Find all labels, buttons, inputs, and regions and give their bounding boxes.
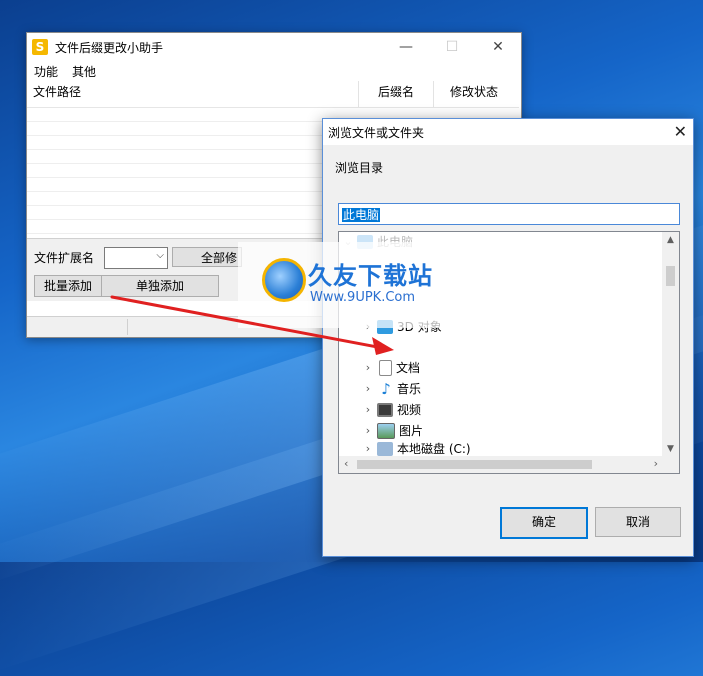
annotation-arrow (110, 295, 394, 355)
